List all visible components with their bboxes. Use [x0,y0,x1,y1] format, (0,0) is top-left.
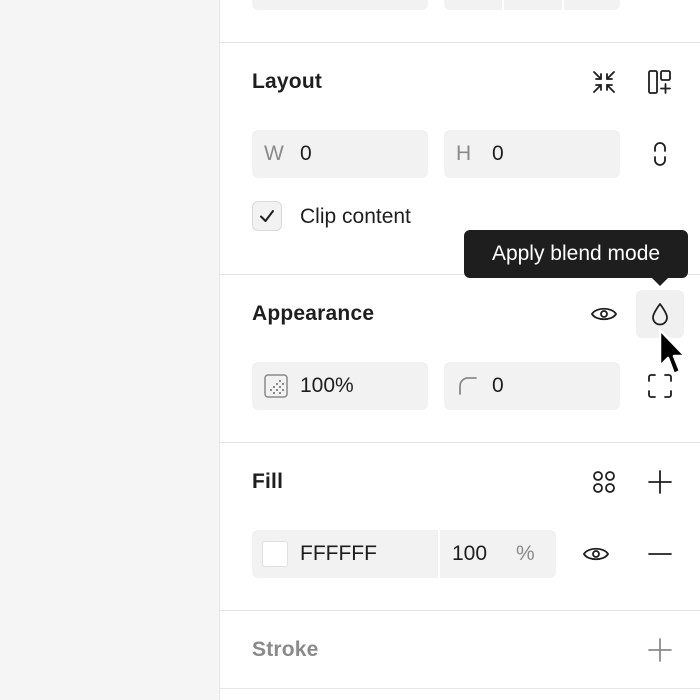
fill-divider [438,530,440,578]
corner-radius-field[interactable]: 0 [444,362,620,410]
height-value: 0 [492,142,504,165]
layout-title: Layout [252,70,323,93]
appearance-title: Appearance [252,302,375,325]
eye-icon[interactable] [580,290,628,338]
plus-icon[interactable] [636,458,684,506]
blend-mode-tooltip: Apply blend mode [464,230,688,278]
separator [220,42,700,43]
width-value: 0 [300,142,312,165]
height-prefix: H [456,142,472,165]
check-icon [260,210,274,222]
width-prefix: W [264,142,284,165]
opacity-field[interactable]: 100% [252,362,428,410]
fill-row[interactable]: FFFFFF 100 % [252,530,556,578]
link-proportions-icon[interactable] [636,130,684,178]
stroke-title: Stroke [252,638,319,661]
fill-opacity-value[interactable]: 100 [452,542,516,566]
separator [220,610,700,611]
separator [220,688,700,689]
fill-opacity-unit: % [516,542,535,565]
plus-icon[interactable] [636,626,684,674]
fill-color-swatch[interactable] [262,541,288,567]
canvas-area[interactable] [0,0,219,700]
minus-icon[interactable] [636,530,684,578]
height-field[interactable]: H 0 [444,130,620,178]
eye-icon[interactable] [572,530,620,578]
corner-radius-icon [458,376,478,396]
tooltip-arrow [651,277,669,286]
top-field-left[interactable] [252,0,428,10]
auto-layout-add-icon[interactable] [636,58,684,106]
fill-title: Fill [252,470,284,493]
properties-panel: Layout W 0 H 0 Clip content Appearance 1… [219,0,700,700]
top-field-right[interactable] [444,0,620,10]
collapse-arrows-icon[interactable] [580,58,628,106]
clip-content-checkbox[interactable] [252,201,282,231]
separator [220,442,700,443]
opacity-grid-icon [264,374,288,398]
clip-content-label[interactable]: Clip content [300,205,411,229]
opacity-value: 100% [300,374,354,397]
corner-radius-value: 0 [492,374,504,397]
width-field[interactable]: W 0 [252,130,428,178]
pointer-cursor-icon [658,328,687,376]
fill-hex-value[interactable]: FFFFFF [300,542,438,566]
four-dots-icon[interactable] [580,458,628,506]
